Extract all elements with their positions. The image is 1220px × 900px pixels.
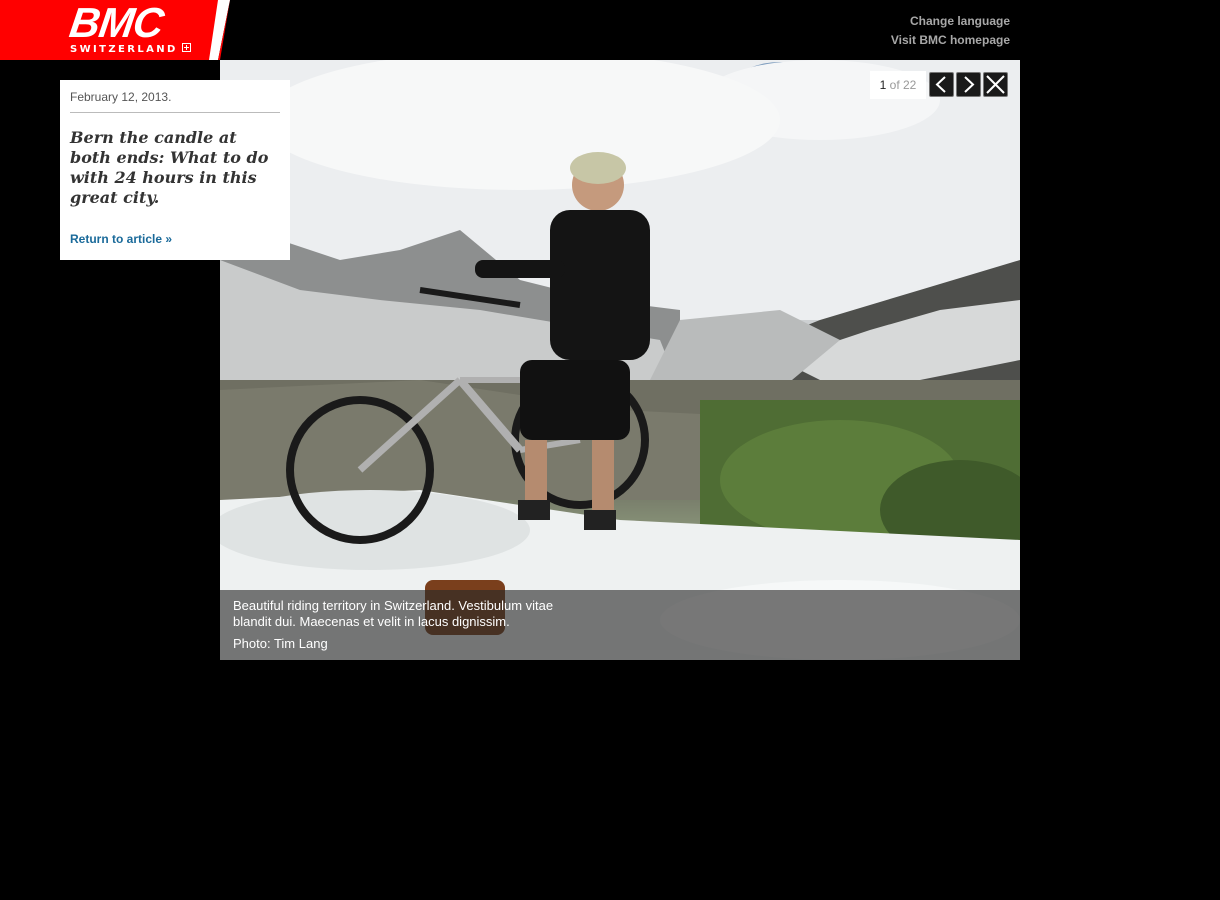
logo-wordmark: BMC bbox=[66, 0, 167, 46]
next-button[interactable] bbox=[956, 72, 981, 97]
slide-counter: 1 of 22 bbox=[870, 71, 926, 99]
close-icon bbox=[986, 75, 1005, 94]
article-title: Bern the candle at both ends: What to do… bbox=[70, 128, 269, 207]
logo-subtitle: SWITZERLAND bbox=[70, 43, 191, 55]
gallery-photo bbox=[220, 60, 1020, 660]
photo-illustration bbox=[220, 60, 1020, 660]
close-button[interactable] bbox=[983, 72, 1008, 97]
chevron-left-icon bbox=[935, 76, 946, 93]
article-card: February 12, 2013. Bern the candle at bo… bbox=[60, 80, 290, 260]
current-slide-number: 1 bbox=[879, 78, 887, 92]
total-slides-label: of 22 bbox=[889, 78, 917, 92]
caption-text: Beautiful riding territory in Switzerlan… bbox=[233, 598, 554, 629]
previous-button[interactable] bbox=[929, 72, 954, 97]
header-links: Change language Visit BMC homepage bbox=[891, 12, 1010, 50]
swiss-cross-icon bbox=[181, 43, 191, 52]
article-date: February 12, 2013. bbox=[70, 80, 280, 113]
photo-credit: Photo: Tim Lang bbox=[233, 636, 328, 651]
bmc-logo[interactable]: BMC SWITZERLAND bbox=[0, 0, 230, 60]
change-language-link[interactable]: Change language bbox=[891, 12, 1010, 31]
return-to-article-link[interactable]: Return to article » bbox=[70, 232, 280, 246]
photo-caption: Beautiful riding territory in Switzerlan… bbox=[220, 590, 1020, 660]
gallery-page: BMC SWITZERLAND Change language Visit BM… bbox=[0, 0, 1220, 900]
chevron-right-icon bbox=[964, 76, 975, 93]
visit-homepage-link[interactable]: Visit BMC homepage bbox=[891, 31, 1010, 50]
